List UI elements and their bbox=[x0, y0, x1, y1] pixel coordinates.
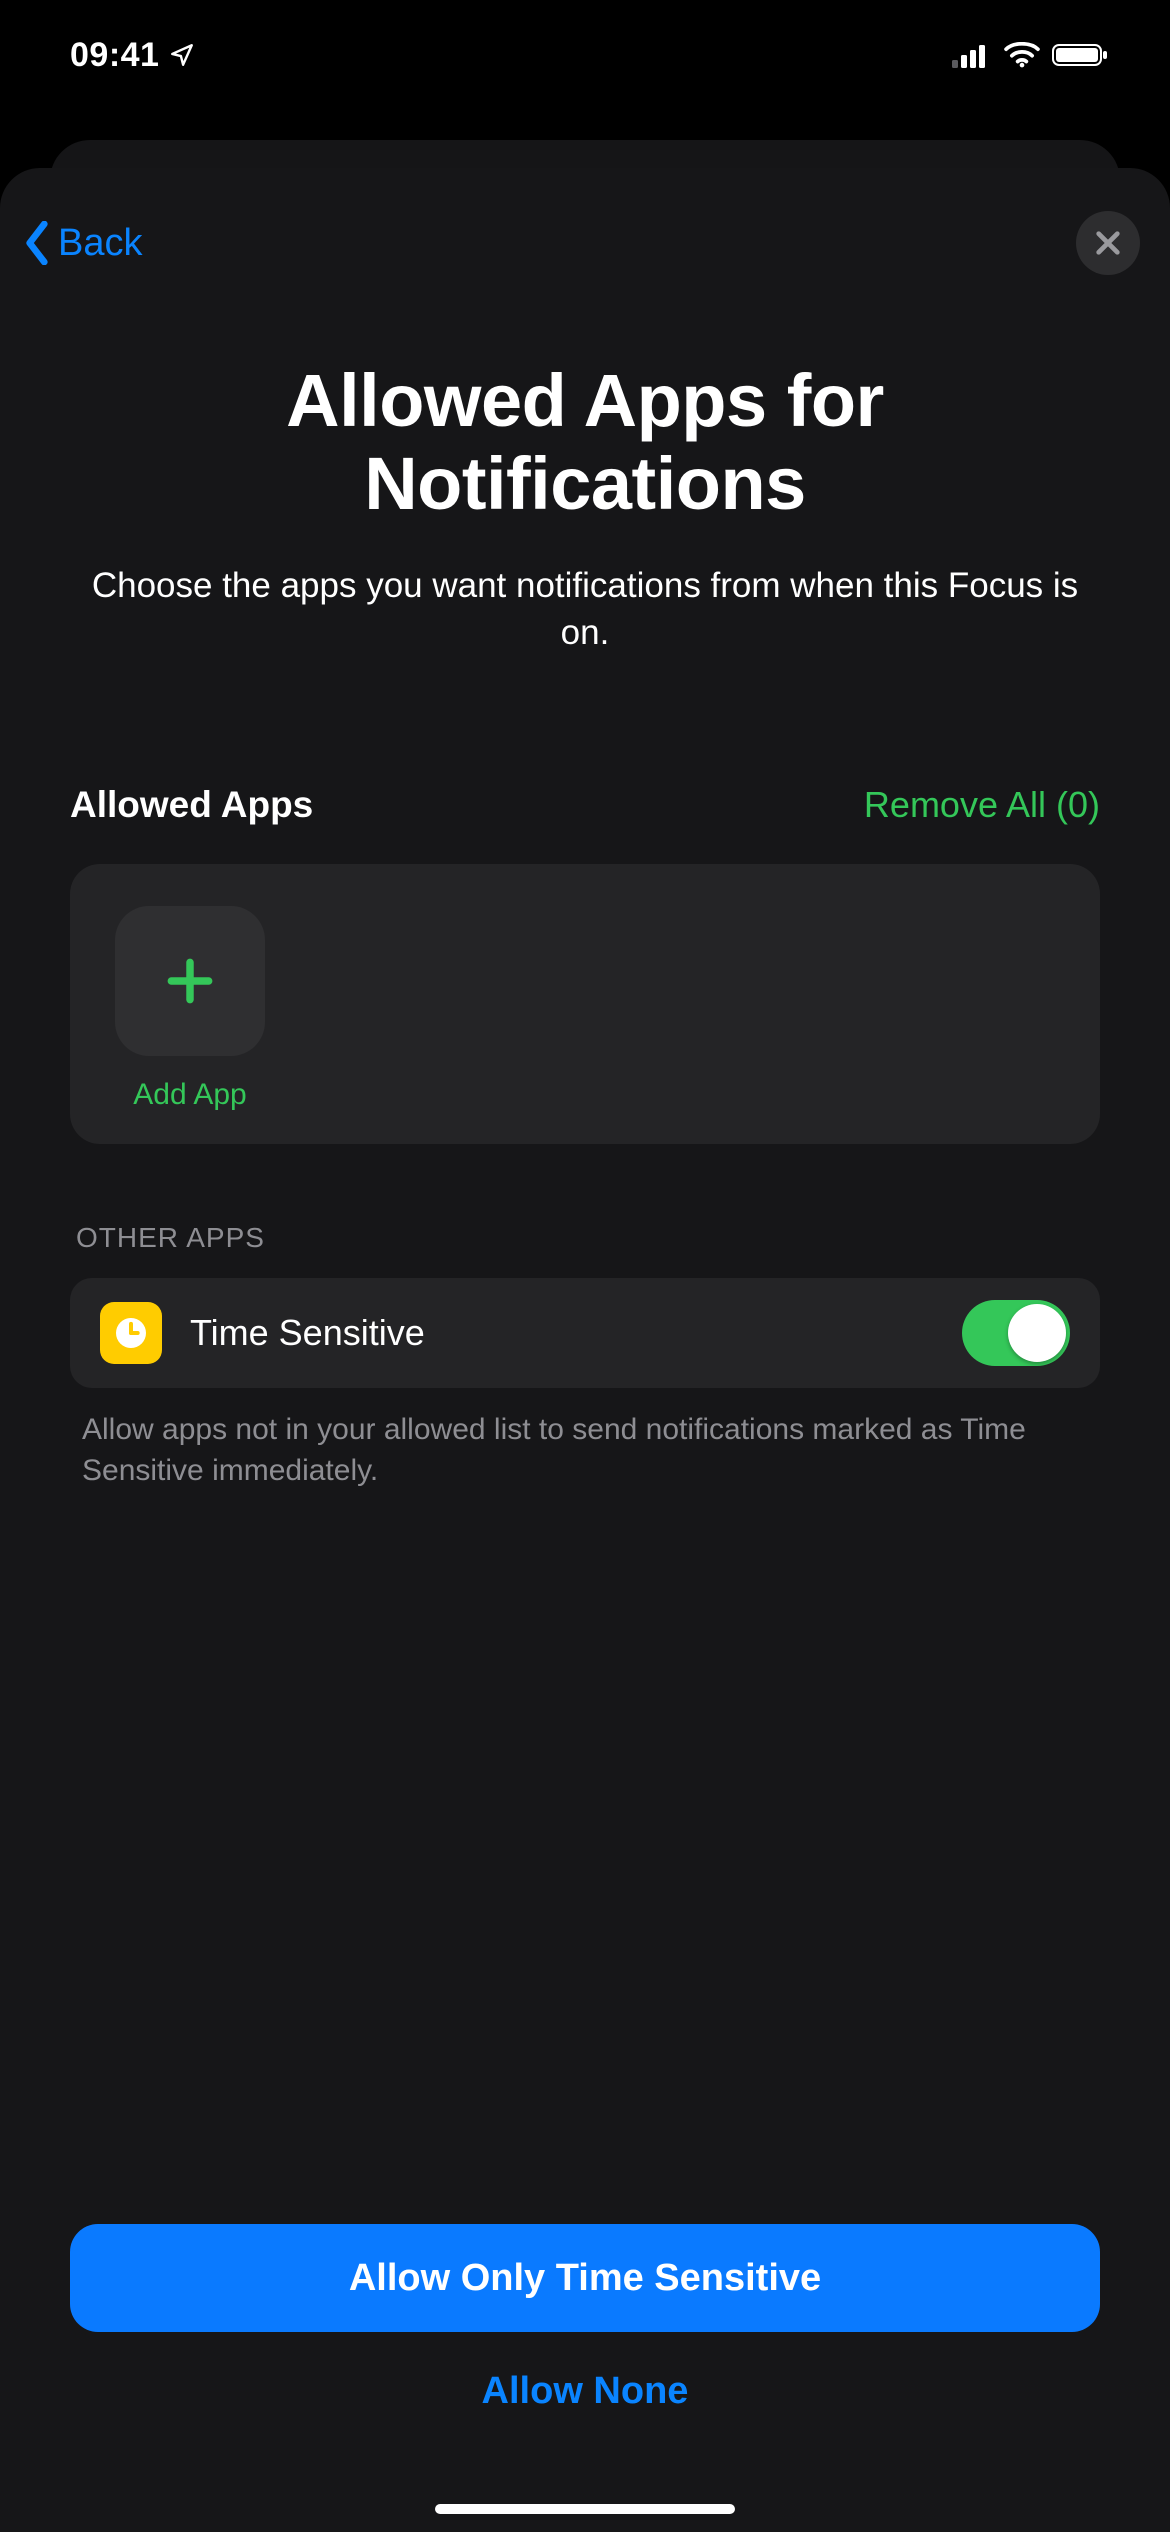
add-app-label: Add App bbox=[133, 1078, 246, 1112]
other-apps-header: OTHER APPS bbox=[70, 1222, 1100, 1254]
status-time-text: 09:41 bbox=[70, 36, 159, 75]
allowed-apps-title: Allowed Apps bbox=[70, 784, 313, 826]
add-app-button[interactable]: Add App bbox=[110, 906, 270, 1114]
allow-only-time-sensitive-button[interactable]: Allow Only Time Sensitive bbox=[70, 2224, 1100, 2332]
location-icon bbox=[169, 42, 195, 68]
allow-none-button[interactable]: Allow None bbox=[70, 2346, 1100, 2436]
status-icons bbox=[952, 42, 1110, 68]
allowed-apps-header: Allowed Apps Remove All (0) bbox=[70, 784, 1100, 826]
home-indicator[interactable] bbox=[435, 2504, 735, 2514]
chevron-left-icon bbox=[22, 221, 52, 265]
plus-icon bbox=[162, 953, 218, 1009]
page-title: Allowed Apps for Notifications bbox=[70, 360, 1100, 526]
nav-row: Back bbox=[0, 198, 1170, 288]
page-subtitle: Choose the apps you want notifications f… bbox=[70, 562, 1100, 657]
time-sensitive-toggle[interactable] bbox=[962, 1300, 1070, 1366]
close-icon bbox=[1094, 229, 1122, 257]
back-label: Back bbox=[58, 222, 142, 265]
add-app-icon-square bbox=[115, 906, 265, 1056]
time-sensitive-footer: Allow apps not in your allowed list to s… bbox=[70, 1410, 1100, 1491]
modal-sheet: Back Allowed Apps for Notifications Choo… bbox=[0, 168, 1170, 2532]
allowed-apps-card: Add App bbox=[70, 864, 1100, 1144]
time-sensitive-row: Time Sensitive bbox=[70, 1278, 1100, 1388]
clock-icon bbox=[100, 1302, 162, 1364]
title-block: Allowed Apps for Notifications Choose th… bbox=[0, 288, 1170, 656]
bottom-actions: Allow Only Time Sensitive Allow None bbox=[70, 2224, 1100, 2436]
close-button[interactable] bbox=[1076, 211, 1140, 275]
battery-icon bbox=[1052, 42, 1110, 68]
cellular-icon bbox=[952, 42, 992, 68]
wifi-icon bbox=[1004, 42, 1040, 68]
status-time: 09:41 bbox=[70, 36, 195, 75]
back-button[interactable]: Back bbox=[22, 221, 142, 265]
status-bar: 09:41 bbox=[0, 0, 1170, 110]
remove-all-button[interactable]: Remove All (0) bbox=[864, 784, 1100, 826]
toggle-knob bbox=[1008, 1304, 1066, 1362]
time-sensitive-label: Time Sensitive bbox=[190, 1312, 934, 1354]
